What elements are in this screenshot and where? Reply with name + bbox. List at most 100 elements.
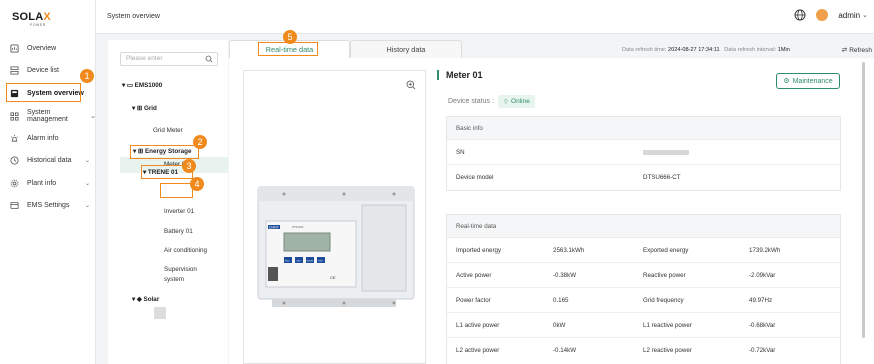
avatar[interactable] xyxy=(816,9,829,21)
search-icon xyxy=(205,55,213,63)
expand-icon: ▾ xyxy=(122,82,126,89)
table-row: Power factor 0.165 Grid frequency 49.97Hz xyxy=(447,288,840,313)
device-image-panel: CHNT DTSU666 ESC SET MODE ENT CE xyxy=(243,70,426,364)
zoom-in-icon[interactable] xyxy=(406,80,416,90)
basic-info-card: Basic info SN Device model DTSU666-CT xyxy=(446,116,841,191)
refresh-time-value: 2024-08-27 17:34:11 xyxy=(668,47,720,53)
sidebar-item-label: Historical data xyxy=(27,156,72,164)
row-value: -0.72kVar xyxy=(749,347,776,354)
annotation-badge: 1 xyxy=(80,69,94,83)
row-label: Active power xyxy=(456,272,492,279)
sidebar-item-label: Overview xyxy=(27,44,57,52)
tree-node-label: EMS1000 xyxy=(134,82,163,89)
chevron-down-icon: ⌄ xyxy=(84,157,90,164)
table-row: Active power -0.38kW Reactive power -2.09kV… xyxy=(447,263,840,288)
tree-node-ems[interactable]: ▾ ▭ EMS1000 xyxy=(122,82,162,89)
logo-text: SOLAX xyxy=(12,11,51,23)
row-value: 49.97Hz xyxy=(749,297,773,304)
sidebar-item-ems-settings[interactable]: EMS Settings ⌄ xyxy=(0,196,96,214)
annotation-badge: 2 xyxy=(193,135,207,149)
row-label: L2 active power xyxy=(456,347,500,354)
globe-icon[interactable] xyxy=(794,9,806,21)
annotation-highlight-box xyxy=(258,42,318,56)
chevron-down-icon: ⌄ xyxy=(90,113,96,120)
annotation-badge: 4 xyxy=(190,177,204,191)
sidebar-item-system-management[interactable]: System management ⌄ xyxy=(0,107,96,125)
row-label: L2 reactive power xyxy=(643,347,692,354)
alarm-icon xyxy=(10,134,19,143)
tab-history-data[interactable]: History data xyxy=(350,40,462,58)
device-ce-mark: CE xyxy=(330,275,336,280)
card-header: Basic info xyxy=(447,117,840,140)
meter-device-image: CHNT DTSU666 ESC SET MODE ENT CE xyxy=(257,186,415,307)
logo-subtext: POWER xyxy=(30,23,46,27)
row-value: DTSU666-CT xyxy=(643,174,681,181)
maintenance-button[interactable]: ⚙ Maintenance xyxy=(776,73,840,89)
device-key-text: SET xyxy=(297,261,302,263)
sidebar: SOLAX POWER Overview Device list System … xyxy=(0,0,96,364)
sidebar-item-overview[interactable]: Overview xyxy=(0,39,96,57)
tree-node-grid[interactable]: ▾ ⊞ Grid xyxy=(132,105,157,112)
row-label: Grid frequency xyxy=(643,297,684,304)
tree-node-label: Solar xyxy=(143,296,160,303)
annotation-highlight-box xyxy=(130,145,199,159)
user-name[interactable]: admin xyxy=(838,11,860,20)
tree-node-supervision-2: system xyxy=(164,276,184,283)
row-label: SN xyxy=(456,149,465,156)
row-label: Power factor xyxy=(456,297,491,304)
table-row: Device model DTSU666-CT xyxy=(447,165,840,190)
chevron-down-icon: ⌄ xyxy=(84,180,90,187)
grid-icon: ⊞ xyxy=(136,105,143,112)
row-value: -0.68kVar xyxy=(749,322,776,329)
system-management-icon xyxy=(10,111,19,121)
sidebar-item-label: Plant info xyxy=(27,179,57,187)
table-row: SN xyxy=(447,140,840,165)
sidebar-item-label: EMS Settings xyxy=(27,201,70,209)
table-row: L2 active power -0.14kW L2 reactive power -… xyxy=(447,338,840,363)
wrench-icon: ⚙ xyxy=(783,78,790,85)
sidebar-item-plant-info[interactable]: Plant info ⌄ xyxy=(0,174,96,192)
history-icon xyxy=(10,155,19,165)
device-key-text: ESC xyxy=(285,261,290,263)
realtime-rows: Imported energy 2563.1kWh Exported energy 1… xyxy=(447,238,840,363)
table-row: Imported energy 2563.1kWh Exported energy 1… xyxy=(447,238,840,263)
refresh-interval-label: Data refresh interval: xyxy=(724,47,777,53)
tree-node-label: Grid xyxy=(143,105,157,112)
blurred-thumbnail xyxy=(154,307,166,319)
tree-node-supervision[interactable]: Supervision xyxy=(164,266,197,273)
chevron-down-icon[interactable]: ⌄ xyxy=(862,11,868,19)
device-status-label: Device status : xyxy=(448,98,494,105)
sidebar-item-historical-data[interactable]: Historical data ⌄ xyxy=(0,151,96,169)
device-brand-text: CHNT xyxy=(269,226,280,230)
device-tree: Please enter ▾ ▭ EMS1000 ▾ ⊞ Grid Grid M… xyxy=(108,40,228,364)
card-header: Real-time data xyxy=(447,215,840,238)
row-value: 1739.2kWh xyxy=(749,247,781,254)
plant-icon xyxy=(10,179,19,188)
header-actions: admin ⌄ xyxy=(794,9,868,21)
tree-node-inverter[interactable]: Inverter 01 xyxy=(164,208,194,215)
dashboard-icon xyxy=(10,43,19,53)
scrollbar[interactable] xyxy=(862,62,865,338)
tree-node-grid-meter[interactable]: Grid Meter xyxy=(153,127,183,134)
device-model-text: DTSU666 xyxy=(292,225,304,229)
row-label: Imported energy xyxy=(456,247,502,254)
annotation-highlight-box xyxy=(160,183,193,198)
refresh-info: Data refresh time: 2024-08-27 17:34:11 D… xyxy=(622,47,790,53)
annotation-badge: 5 xyxy=(283,30,297,44)
row-value: -0.38kW xyxy=(553,272,577,279)
search-input[interactable]: Please enter xyxy=(120,52,218,66)
search-placeholder: Please enter xyxy=(126,55,163,62)
sidebar-item-label: System management xyxy=(27,109,68,123)
tree-node-battery[interactable]: Battery 01 xyxy=(164,228,193,235)
realtime-data-card: Real-time data Imported energy 2563.1kWh E… xyxy=(446,214,841,364)
tree-node-air-conditioning[interactable]: Air conditioning xyxy=(164,247,207,254)
device-list-icon xyxy=(10,65,19,75)
annotation-badge: 3 xyxy=(182,159,196,173)
refresh-time-label: Data refresh time: xyxy=(622,47,667,53)
row-label: L1 reactive power xyxy=(643,322,692,329)
refresh-button[interactable]: ⇄ Refresh xyxy=(842,46,872,55)
sidebar-item-alarm-info[interactable]: Alarm info xyxy=(0,129,96,147)
row-value: -2.09kVar xyxy=(749,272,776,279)
row-value: 0.165 xyxy=(553,297,569,304)
tree-node-solar[interactable]: ▾ ◆ Solar xyxy=(132,296,159,303)
